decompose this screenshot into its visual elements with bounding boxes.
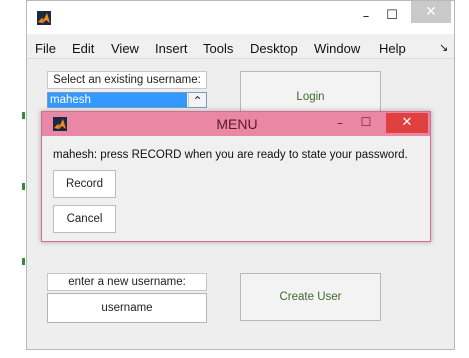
dialog-close-button[interactable]: ✕ bbox=[386, 113, 428, 133]
menu-desktop[interactable]: Desktop bbox=[250, 41, 298, 56]
menu-insert[interactable]: Insert bbox=[155, 41, 188, 56]
record-button[interactable]: Record bbox=[53, 170, 116, 198]
cancel-button[interactable]: Cancel bbox=[53, 205, 116, 233]
menu-window[interactable]: Window bbox=[314, 41, 360, 56]
menu-bar: File Edit View Insert Tools Desktop Wind… bbox=[27, 35, 454, 59]
existing-user-label: Select an existing username: bbox=[47, 71, 207, 89]
dialog-title: MENU bbox=[216, 116, 258, 132]
menu-tools[interactable]: Tools bbox=[203, 41, 233, 56]
edge-marker bbox=[22, 183, 25, 190]
matlab-logo-icon bbox=[53, 117, 67, 131]
new-user-label: enter a new username: bbox=[47, 273, 207, 291]
edge-marker bbox=[22, 258, 25, 265]
dialog-maximize-button[interactable]: ☐ bbox=[358, 115, 374, 131]
matlab-logo-icon bbox=[37, 11, 51, 25]
dialog-message: mahesh: press RECORD when you are ready … bbox=[53, 149, 408, 161]
menu-dialog: MENU – ☐ ✕ mahesh: press RECORD when you… bbox=[41, 111, 431, 242]
menu-edit[interactable]: Edit bbox=[72, 41, 94, 56]
edge-marker bbox=[22, 112, 25, 119]
menu-help[interactable]: Help bbox=[379, 41, 406, 56]
dialog-titlebar: MENU – ☐ ✕ bbox=[42, 112, 430, 136]
username-listbox[interactable]: mahesh ⌃ bbox=[47, 92, 207, 108]
menu-file[interactable]: File bbox=[35, 41, 56, 56]
menu-overflow-icon[interactable]: ↘ bbox=[439, 41, 448, 54]
listbox-scroll-up-icon[interactable]: ⌃ bbox=[188, 93, 206, 108]
menu-view[interactable]: View bbox=[111, 41, 139, 56]
minimize-button[interactable]: – bbox=[357, 9, 375, 27]
new-username-field[interactable]: username bbox=[47, 293, 207, 323]
maximize-button[interactable]: ☐ bbox=[383, 8, 401, 26]
selected-username[interactable]: mahesh bbox=[48, 93, 187, 107]
close-button[interactable]: ✕ bbox=[411, 1, 451, 23]
window-titlebar: – ☐ ✕ bbox=[27, 1, 454, 34]
dialog-minimize-button[interactable]: – bbox=[332, 116, 348, 132]
create-user-button[interactable]: Create User bbox=[240, 273, 381, 321]
